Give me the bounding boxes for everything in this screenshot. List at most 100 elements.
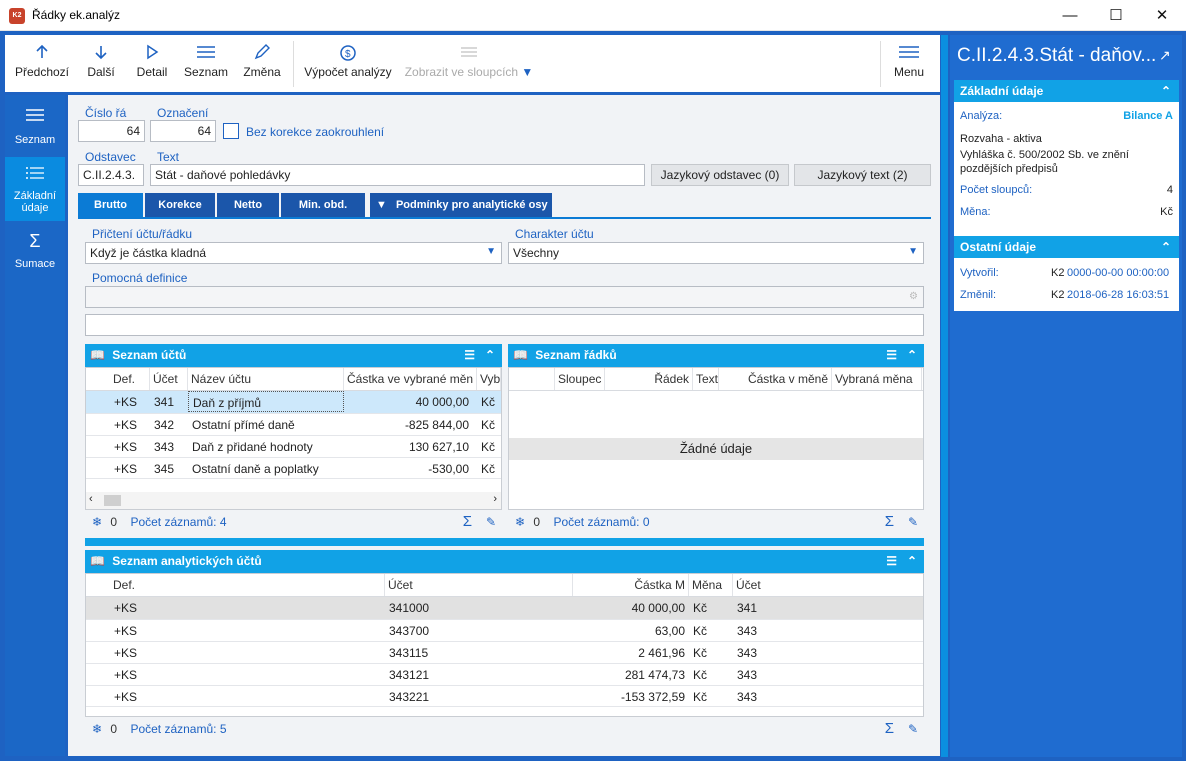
jazykovy-text-button[interactable]: Jazykový text (2) xyxy=(794,164,931,186)
menu-icon[interactable]: ☰ xyxy=(886,550,897,573)
pencil-icon[interactable]: ✎ xyxy=(908,510,918,534)
sidebar-item-seznam[interactable]: Seznam xyxy=(5,95,65,155)
tab-korekce[interactable]: Korekce xyxy=(145,193,215,217)
refresh-money-icon: $ xyxy=(302,35,394,63)
change-button[interactable]: Změna xyxy=(239,35,285,92)
table-row[interactable]: +KS 345 Ostatní daně a poplatky -530,00 … xyxy=(86,457,501,479)
column-header[interactable]: Účet xyxy=(733,574,923,596)
column-header[interactable]: Def. xyxy=(110,368,150,390)
odstavec-field[interactable]: C.II.2.4.3. xyxy=(78,164,144,186)
bez-korekce-checkbox[interactable] xyxy=(223,123,239,139)
table-row[interactable]: +KS 343121 281 474,73 Kč 343 xyxy=(86,663,923,685)
external-link-icon[interactable]: ↗ xyxy=(1159,47,1171,64)
radky-grid: Sloupec Řádek Text Částka v měně Vybraná… xyxy=(508,367,924,510)
collapse-icon[interactable]: ⌃ xyxy=(1161,236,1171,258)
pencil-icon[interactable]: ✎ xyxy=(908,717,918,741)
cislo-field[interactable]: 64 xyxy=(78,120,145,142)
snowflake-icon[interactable]: ❄ xyxy=(515,515,525,529)
toolbar: Předchozí Další Detail Seznam Změna $ Vý… xyxy=(5,35,940,92)
book-icon: 📖 xyxy=(90,348,105,362)
table-row[interactable]: +KS 342 Ostatní přímé daně -825 844,00 K… xyxy=(86,413,501,435)
radky-panel-header: 📖 Seznam řádků ☰ ⌃ xyxy=(508,344,924,367)
tab-brutto[interactable]: Brutto xyxy=(78,193,143,217)
column-header[interactable]: Částka v měně xyxy=(719,368,832,390)
table-row[interactable]: +KS 343700 63,00 Kč 343 xyxy=(86,619,923,641)
text-field[interactable]: Stát - daňové pohledávky xyxy=(150,164,645,186)
table-row[interactable]: +KS 343115 2 461,96 Kč 343 xyxy=(86,641,923,663)
funnel-icon: ▼ xyxy=(376,199,387,211)
column-header[interactable]: Vyb xyxy=(477,368,501,390)
column-header[interactable]: Vybraná měna xyxy=(832,368,922,390)
scroll-thumb[interactable] xyxy=(104,495,121,506)
column-header[interactable]: Účet xyxy=(150,368,188,390)
table-row[interactable]: +KS 341 Daň z příjmů 40 000,00 Kč xyxy=(86,391,501,413)
pencil-icon[interactable]: ✎ xyxy=(486,510,496,534)
analyticke-grid: Def. Účet Částka M Měna Účet +KS 341000 … xyxy=(85,573,924,717)
next-button[interactable]: Další xyxy=(81,35,121,92)
column-header[interactable]: Částka M xyxy=(573,574,689,596)
column-header[interactable]: Řádek xyxy=(605,368,693,390)
left-sidebar: Seznam Základní údaje Σ Sumace xyxy=(5,95,65,756)
arrow-down-icon xyxy=(81,35,121,63)
tab-underline xyxy=(78,217,931,219)
app-icon: K2 xyxy=(9,8,25,24)
pomocna-field-2[interactable] xyxy=(85,314,924,336)
menu-icon[interactable]: ☰ xyxy=(464,344,475,367)
jazykovy-odstavec-button[interactable]: Jazykový odstavec (0) xyxy=(651,164,789,186)
minimize-icon[interactable]: — xyxy=(1047,0,1093,31)
sidebar-item-zakladni-udaje[interactable]: Základní údaje xyxy=(5,157,65,221)
charakter-select[interactable]: Všechny ▼ xyxy=(508,242,924,264)
title-bar: K2 Řádky ek.analýz — ☐ ✕ xyxy=(0,0,1186,31)
tab-netto[interactable]: Netto xyxy=(217,193,279,217)
list-icon xyxy=(181,35,231,63)
collapse-icon[interactable]: ⌃ xyxy=(907,550,917,573)
settings-icon: ⚙ xyxy=(909,291,918,302)
sigma-icon[interactable]: Σ xyxy=(885,510,894,534)
column-header[interactable]: Účet xyxy=(385,574,573,596)
maximize-icon[interactable]: ☐ xyxy=(1093,0,1139,31)
vertical-splitter[interactable] xyxy=(941,35,948,757)
collapse-icon[interactable]: ⌃ xyxy=(485,344,495,367)
menu-button[interactable]: Menu xyxy=(887,35,931,92)
close-icon[interactable]: ✕ xyxy=(1139,0,1185,31)
pomocna-field[interactable]: ⚙ xyxy=(85,286,924,308)
column-header[interactable]: Def. xyxy=(110,574,385,596)
tab-podminky[interactable]: ▼ Podmínky pro analytické osy xyxy=(370,193,552,217)
column-header[interactable]: Sloupec xyxy=(555,368,605,390)
oznaceni-field[interactable]: 64 xyxy=(150,120,216,142)
ostatni-udaje-box: Ostatní údaje ⌃ Vytvořil: K2 0000-00-00 … xyxy=(954,236,1179,311)
analyza-link[interactable]: Bilance A xyxy=(1123,110,1173,122)
detail-button[interactable]: Detail xyxy=(131,35,173,92)
prev-button[interactable]: Předchozí xyxy=(13,35,71,92)
collapse-icon[interactable]: ⌃ xyxy=(907,344,917,367)
horizontal-scrollbar[interactable]: ‹ › xyxy=(86,492,501,509)
sigma-icon: Σ xyxy=(29,231,41,251)
calc-analysis-button[interactable]: $ Výpočet analýzy xyxy=(302,35,394,92)
pricteni-select[interactable]: Když je částka kladná ▼ xyxy=(85,242,502,264)
column-header[interactable]: Název účtu xyxy=(188,368,344,390)
show-columns-button[interactable]: Zobrazit ve sloupcích ▼ xyxy=(403,35,535,92)
cislo-label: Číslo řá xyxy=(85,106,127,120)
sidebar-item-sumace[interactable]: Σ Sumace xyxy=(5,223,65,283)
column-header[interactable]: Text xyxy=(693,368,719,390)
ucty-grid: Def. Účet Název účtu Částka ve vybrané m… xyxy=(85,367,502,510)
column-header[interactable]: Měna xyxy=(689,574,733,596)
snowflake-icon[interactable]: ❄ xyxy=(92,722,102,736)
column-header[interactable]: Částka ve vybrané měn xyxy=(344,368,477,390)
table-row[interactable]: +KS 343 Daň z přidané hodnoty 130 627,10… xyxy=(86,435,501,457)
dropdown-arrow-icon: ▼ xyxy=(521,65,534,79)
analyticke-footer: ❄ 0 Počet záznamů: 5 Σ ✎ xyxy=(85,717,924,741)
scroll-left-icon[interactable]: ‹ xyxy=(89,493,93,505)
collapse-icon[interactable]: ⌃ xyxy=(1161,80,1171,102)
table-row[interactable]: +KS 343221 -153 372,59 Kč 343 xyxy=(86,685,923,707)
snowflake-icon[interactable]: ❄ xyxy=(92,515,102,529)
menu-icon[interactable]: ☰ xyxy=(886,344,897,367)
sigma-icon[interactable]: Σ xyxy=(885,717,894,741)
scroll-right-icon[interactable]: › xyxy=(493,493,497,505)
panel-splitter[interactable] xyxy=(85,538,924,546)
list-button[interactable]: Seznam xyxy=(181,35,231,92)
odstavec-label: Odstavec xyxy=(85,150,136,164)
sigma-icon[interactable]: Σ xyxy=(463,510,472,534)
table-row[interactable]: +KS 341000 40 000,00 Kč 341 xyxy=(86,597,923,619)
tab-min-obd[interactable]: Min. obd. xyxy=(281,193,365,217)
